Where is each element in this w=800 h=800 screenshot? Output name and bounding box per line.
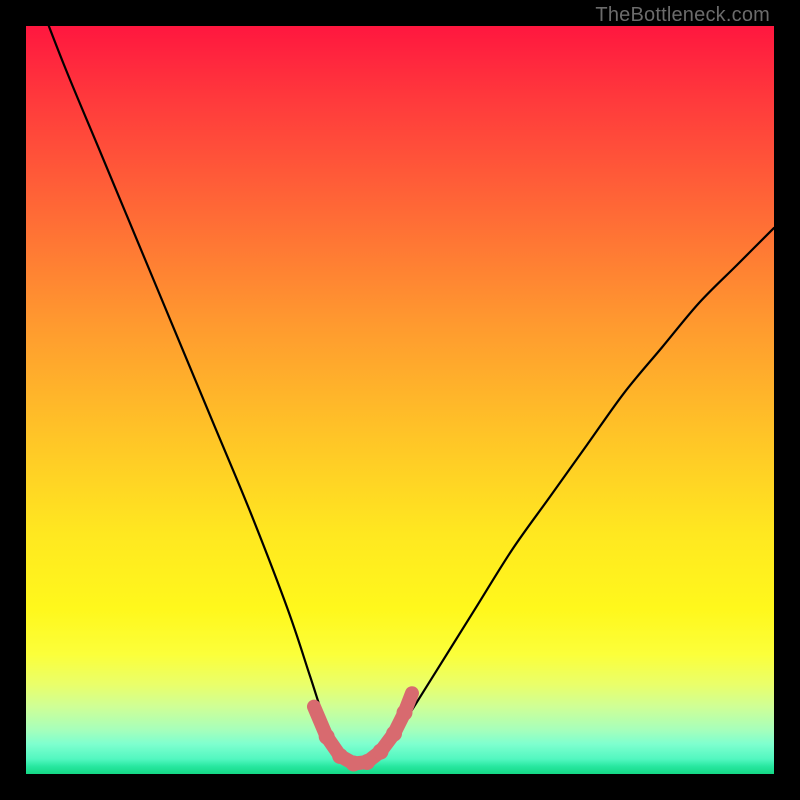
optimal-range-dot xyxy=(319,729,335,745)
curve-layer xyxy=(26,26,774,768)
watermark-text: TheBottleneck.com xyxy=(595,4,770,27)
optimal-range-dot xyxy=(359,754,375,770)
bottleneck-curve-path xyxy=(26,26,774,768)
optimal-range-dot xyxy=(406,687,418,699)
optimal-range-dot xyxy=(396,705,412,721)
optimal-range-dot xyxy=(346,756,362,772)
bottleneck-curve-svg xyxy=(26,26,774,774)
optimal-range-dot xyxy=(332,748,348,764)
optimal-range-dot xyxy=(386,726,402,742)
optimal-range-markers xyxy=(308,687,418,771)
plot-area xyxy=(26,26,774,774)
chart-frame: TheBottleneck.com xyxy=(0,0,800,800)
optimal-range-dot xyxy=(373,744,389,760)
optimal-range-dot xyxy=(308,701,320,713)
